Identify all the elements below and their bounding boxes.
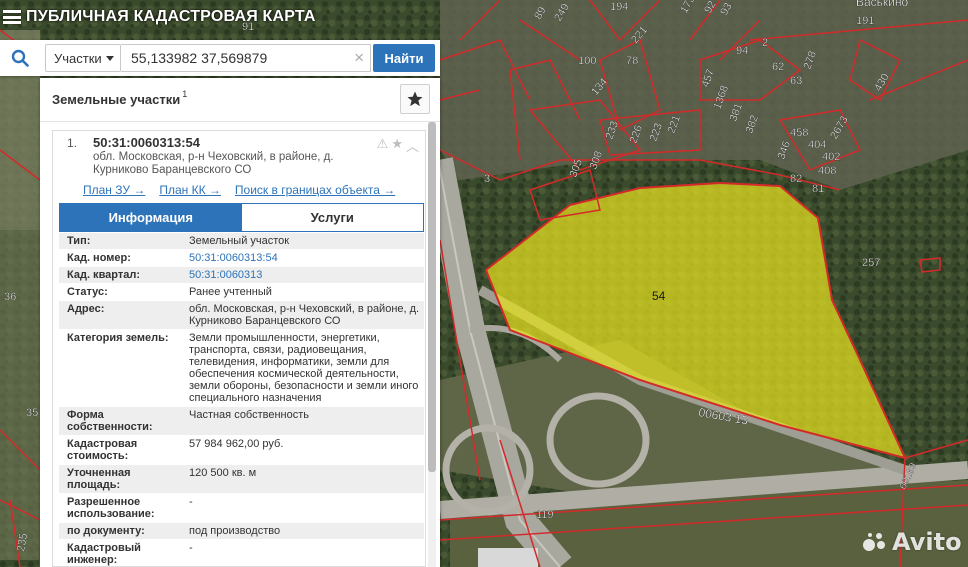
svg-text:63: 63 — [790, 75, 802, 87]
info-value-link[interactable]: 50:31:0060313:54 — [179, 250, 424, 266]
info-key: Уточненная площадь: — [67, 467, 131, 491]
info-key: Кад. номер: — [67, 252, 131, 264]
info-row: Тип: Земельный участок — [59, 233, 424, 250]
result-card: 1. 50:31:0060313:54 обл. Московская, р-н… — [52, 130, 426, 567]
search-input[interactable] — [121, 45, 347, 71]
favorites-button[interactable] — [400, 84, 430, 114]
result-header: 1. 50:31:0060313:54 обл. Московская, р-н… — [53, 131, 425, 177]
results-panel: Земельные участки 1 1. 50:31:0060313:54 … — [40, 78, 440, 567]
svg-text:35: 35 — [26, 407, 38, 419]
info-row: Уточненная площадь: 120 500 кв. м — [59, 465, 424, 494]
chevron-up-icon[interactable]: ︿ — [406, 136, 419, 155]
info-row: Статус: Ранее учтенный — [59, 284, 424, 301]
info-value: обл. Московская, р-н Чеховский, в районе… — [189, 303, 420, 327]
info-value: - — [189, 542, 193, 554]
info-key: Кад. квартал: — [67, 269, 141, 281]
hamburger-menu-icon[interactable] — [2, 7, 22, 27]
search-input-wrap: × — [121, 44, 371, 72]
search-type-label: Участки — [54, 50, 102, 66]
info-key: Статус: — [67, 286, 108, 298]
info-row: Кадастровый инженер: - — [59, 540, 424, 566]
svg-text:62: 62 — [772, 61, 784, 73]
plan-kk-link[interactable]: План КК → — [159, 183, 221, 197]
parcel-label: 54 — [652, 289, 666, 303]
avito-logo-icon — [863, 533, 885, 551]
tab-information[interactable]: Информация — [60, 204, 242, 231]
search-in-bounds-link[interactable]: Поиск в границах объекта → — [235, 183, 395, 197]
scrollbar-thumb[interactable] — [428, 122, 436, 472]
warning-icon[interactable]: ⚠ — [377, 136, 389, 155]
info-value: 120 500 кв. м — [189, 467, 257, 479]
svg-text:82: 82 — [790, 173, 802, 185]
svg-text:36: 36 — [4, 291, 16, 303]
svg-text:78: 78 — [626, 55, 638, 67]
results-header: Земельные участки 1 — [40, 78, 440, 122]
result-tabs: Информация Услуги — [59, 203, 424, 232]
info-table: Тип: Земельный участок Кад. номер: 50:31:00… — [59, 233, 424, 566]
info-key: Адрес: — [67, 303, 105, 315]
results-title: Земельные участки — [52, 92, 181, 107]
info-row: Форма собственности: Частная собственност… — [59, 407, 424, 436]
star-icon[interactable]: ★ — [391, 136, 403, 155]
avito-watermark: Avito — [862, 528, 962, 556]
info-row: по документу: под производство — [59, 523, 424, 540]
result-address: обл. Московская, р-н Чеховский, в районе… — [93, 151, 334, 176]
info-row: Кадастровая стоимость: 57 984 962,00 руб. — [59, 436, 424, 465]
app-title: ПУБЛИЧНАЯ КАДАСТРОВАЯ КАРТА — [26, 8, 316, 25]
info-key: по документу: — [67, 525, 145, 537]
info-key: Категория земель: — [67, 332, 169, 344]
info-value: 57 984 962,00 руб. — [189, 438, 284, 450]
svg-text:81: 81 — [812, 183, 824, 195]
svg-text:100: 100 — [578, 55, 596, 67]
svg-text:402: 402 — [822, 151, 840, 163]
info-value: - — [189, 496, 193, 508]
info-value-link[interactable]: 50:31:0060313 — [179, 267, 424, 283]
info-row: Категория земель: Земли промышленности, э… — [59, 330, 424, 407]
info-key: Кадастровая стоимость: — [67, 438, 138, 462]
info-row: Адрес: обл. Московская, р-н Чеховский, в … — [59, 301, 424, 330]
svg-text:408: 408 — [818, 165, 836, 177]
svg-text:404: 404 — [808, 139, 826, 151]
plan-zu-link[interactable]: План ЗУ → — [83, 183, 145, 197]
results-count: 1 — [182, 88, 188, 99]
info-value: под производство — [189, 525, 281, 537]
info-key: Форма собственности: — [67, 409, 153, 433]
panel-scrollbar[interactable] — [428, 122, 436, 567]
svg-text:94: 94 — [736, 45, 748, 57]
info-value: Земельный участок — [189, 235, 290, 247]
clear-icon[interactable]: × — [354, 48, 364, 68]
result-tools: ⚠ ★ ︿ — [377, 136, 419, 155]
search-bar: Участки × Найти — [0, 40, 440, 76]
info-row: Разрешенное использование: - — [59, 494, 424, 523]
svg-text:458: 458 — [790, 127, 808, 139]
info-value: Ранее учтенный — [189, 286, 272, 298]
svg-text:3: 3 — [484, 173, 490, 185]
info-key: Кадастровый инженер: — [67, 542, 141, 566]
search-icon[interactable] — [0, 40, 40, 76]
tab-services[interactable]: Услуги — [241, 204, 423, 231]
svg-text:257: 257 — [862, 257, 880, 269]
info-value: Частная собственность — [189, 409, 310, 421]
info-value: Земли промышленности, энергетики, трансп… — [189, 332, 419, 404]
search-type-select[interactable]: Участки — [45, 44, 121, 72]
result-links: План ЗУ → План КК → Поиск в границах объ… — [83, 183, 425, 197]
star-icon — [407, 91, 423, 107]
result-number: 1. — [67, 136, 78, 150]
search-submit-button[interactable]: Найти — [373, 44, 435, 72]
info-row: Кад. номер: 50:31:0060313:54 — [59, 250, 424, 267]
svg-text:2: 2 — [762, 37, 768, 49]
road-label: 119 — [536, 509, 554, 521]
info-key: Тип: — [67, 235, 91, 247]
avito-text: Avito — [892, 528, 962, 556]
info-key: Разрешенное использование: — [67, 496, 155, 520]
app-header: ПУБЛИЧНАЯ КАДАСТРОВАЯ КАРТА — [0, 0, 968, 34]
caret-down-icon — [106, 55, 114, 61]
result-cadastral-number[interactable]: 50:31:0060313:54 — [93, 135, 417, 150]
info-row: Кад. квартал: 50:31:0060313 — [59, 267, 424, 284]
